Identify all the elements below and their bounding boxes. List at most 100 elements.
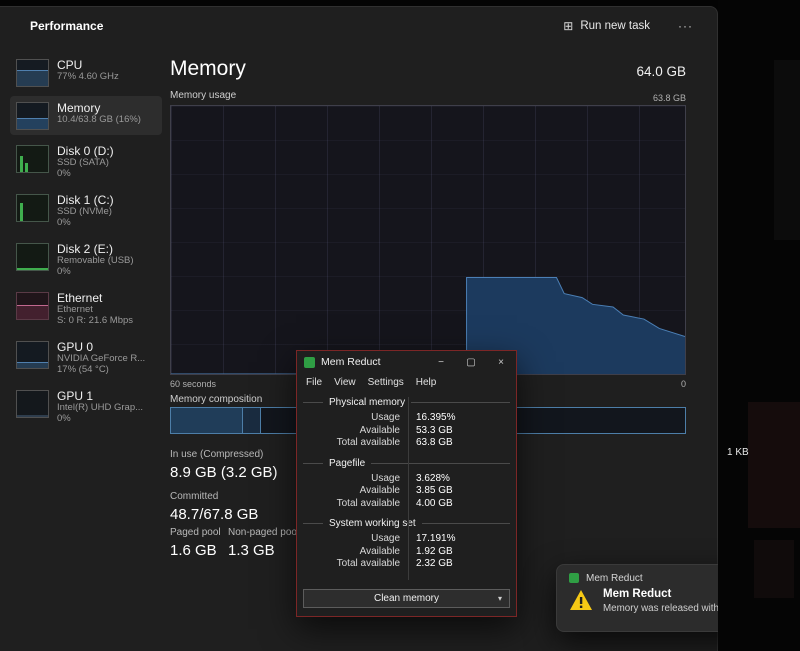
stat-row: Available 1.92 GB [303,546,510,559]
memory-usage-caption: Memory usage [170,90,236,101]
sidebar-item-detail: Removable (USB) [57,256,134,267]
stat-value: 1.6 GB [170,542,221,559]
section-header: System working set [303,518,510,529]
section-system-working-set: System working set Usage 17.191% Availab… [303,515,510,571]
memreduct-window-title: Mem Reduct [321,356,381,368]
stat-row: Total available 4.00 GB [303,498,510,511]
performance-sidebar: CPU 77% 4.60 GHz Memory 10.4/63.8 GB (16… [10,53,162,433]
stat-row: Available 3.85 GB [303,485,510,498]
stat-label: Committed [170,491,258,502]
stat-key: Total available [303,498,408,511]
run-new-task-button[interactable]: ⊞ Run new task [553,14,660,38]
memory-heading: Memory [170,57,246,81]
stat-paged-pool: Paged pool 1.6 GB [170,527,221,559]
gpu1-mini-graph-icon [16,390,49,418]
stat-val: 16.395% [408,412,455,425]
chart-max-label: 63.8 GB [653,93,686,103]
sidebar-item-label: Memory [57,101,141,115]
desktop-artifact [774,60,800,240]
sidebar-item-gpu0[interactable]: GPU 0 NVIDIA GeForce R... 17% (54 °C) [10,335,162,380]
chart-time-label: 60 seconds [170,379,216,389]
sidebar-item-ethernet[interactable]: Ethernet Ethernet S: 0 R: 21.6 Mbps [10,286,162,331]
stat-value: 8.9 GB (3.2 GB) [170,464,278,481]
memory-mini-graph-icon [16,102,49,130]
dropdown-arrow-icon[interactable]: ▾ [498,594,502,603]
page-title-performance: Performance [30,19,103,33]
section-physical-memory: Physical memory Usage 16.395% Available … [303,394,510,450]
column-divider [408,397,409,580]
memory-usage-chart [170,105,686,375]
menu-item-settings[interactable]: Settings [362,377,410,388]
stat-key: Available [303,485,408,498]
sidebar-item-detail: NVIDIA GeForce R... [57,354,145,365]
sidebar-item-detail: Ethernet [57,305,133,316]
sidebar-item-detail2: 17% (54 °C) [57,365,145,376]
close-icon[interactable]: × [486,351,516,373]
memreduct-app-icon [304,357,315,368]
sidebar-item-disk0[interactable]: Disk 0 (D:) SSD (SATA) 0% [10,139,162,184]
menu-item-view[interactable]: View [328,377,362,388]
menu-item-file[interactable]: File [300,377,328,388]
cpu-mini-graph-icon [16,59,49,87]
stat-val: 3.85 GB [408,485,453,498]
stat-val: 2.32 GB [408,558,453,571]
stat-val: 63.8 GB [408,437,453,450]
warning-icon [569,589,593,611]
sidebar-item-label: Disk 0 (D:) [57,144,114,158]
sidebar-item-label: Disk 1 (C:) [57,193,114,207]
section-header: Physical memory [303,397,510,408]
maximize-icon[interactable]: ▢ [456,351,486,373]
sidebar-item-detail2: S: 0 R: 21.6 Mbps [57,316,133,327]
clean-memory-label: Clean memory [374,593,439,604]
more-options-button[interactable]: ··· [670,15,701,37]
sidebar-item-detail: SSD (NVMe) [57,207,114,218]
menu-item-help[interactable]: Help [410,377,443,388]
desktop-artifact [748,402,800,528]
minimize-icon[interactable]: − [426,351,456,373]
stat-row: Usage 3.628% [303,473,510,486]
stat-key: Usage [303,412,408,425]
disk1-mini-graph-icon [16,194,49,222]
memory-usage-graph [171,106,685,374]
desktop-area: 1 KB [718,0,800,651]
sidebar-item-cpu[interactable]: CPU 77% 4.60 GHz [10,53,162,92]
stat-non-paged-pool: Non-paged pool 1.3 GB [228,527,299,559]
stat-row: Total available 2.32 GB [303,558,510,571]
stat-row: Usage 17.191% [303,533,510,546]
composition-in-use-segment [171,408,243,433]
chart-zero-label: 0 [681,379,686,389]
run-new-task-label: Run new task [580,20,650,32]
sidebar-item-memory[interactable]: Memory 10.4/63.8 GB (16%) [10,96,162,135]
memory-composition-caption: Memory composition [170,394,262,405]
desktop-file-size-label: 1 KB [727,447,749,458]
sidebar-item-gpu1[interactable]: GPU 1 Intel(R) UHD Grap... 0% [10,384,162,429]
stat-key: Usage [303,473,408,486]
sidebar-item-detail2: 0% [57,169,114,180]
sidebar-item-label: GPU 0 [57,340,145,354]
stat-row: Usage 16.395% [303,412,510,425]
memreduct-window: Mem Reduct − ▢ × File View Settings Help… [296,350,517,617]
run-new-task-icon: ⊞ [563,19,573,33]
memreduct-menubar: File View Settings Help [297,373,516,391]
stat-key: Total available [303,558,408,571]
stat-val: 3.628% [408,473,450,486]
sidebar-item-label: Disk 2 (E:) [57,242,134,256]
stat-label: In use (Compressed) [170,449,278,460]
sidebar-item-detail2: 0% [57,267,134,278]
stat-val: 53.3 GB [408,425,453,438]
section-pagefile: Pagefile Usage 3.628% Available 3.85 GB … [303,455,510,511]
stat-val: 1.92 GB [408,546,453,559]
stat-row: Available 53.3 GB [303,425,510,438]
stat-label: Non-paged pool [228,527,299,538]
memreduct-app-icon [569,573,579,583]
sidebar-item-detail: 77% 4.60 GHz [57,72,119,83]
stat-row: Total available 63.8 GB [303,437,510,450]
desktop-artifact [754,540,794,598]
memreduct-titlebar[interactable]: Mem Reduct − ▢ × [297,351,516,373]
stat-value: 48.7/67.8 GB [170,506,258,523]
clean-memory-button[interactable]: Clean memory ▾ [303,589,510,608]
stat-val: 17.191% [408,533,455,546]
disk0-mini-graph-icon [16,145,49,173]
sidebar-item-disk2[interactable]: Disk 2 (E:) Removable (USB) 0% [10,237,162,282]
sidebar-item-disk1[interactable]: Disk 1 (C:) SSD (NVMe) 0% [10,188,162,233]
